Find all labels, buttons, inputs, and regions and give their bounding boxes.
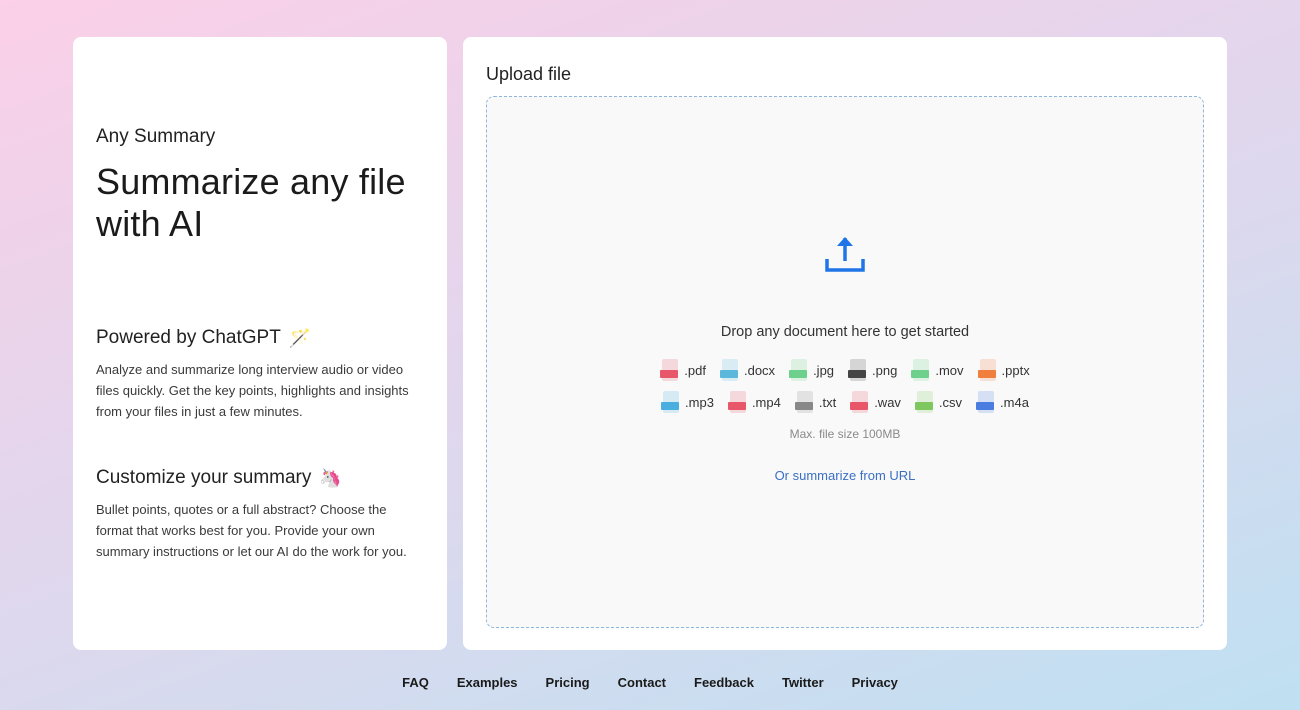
file-type-wav: .wav: [850, 391, 901, 413]
jpg-file-icon: [789, 359, 809, 381]
unicorn-icon: 🦄: [319, 467, 342, 488]
feature-title-text: Powered by ChatGPT: [96, 327, 281, 348]
feature-description-chatgpt: Analyze and summarize long interview aud…: [96, 362, 409, 419]
upload-panel: Upload file Drop any document here to ge…: [463, 37, 1227, 650]
file-type-label: .mp3: [685, 394, 714, 410]
file-type-label: .wav: [874, 394, 901, 410]
summarize-from-url-link[interactable]: Or summarize from URL: [487, 468, 1203, 483]
footer-link-feedback[interactable]: Feedback: [694, 675, 754, 690]
png-file-icon: [848, 359, 868, 381]
feature-title-customize: Customize your summary 🦄: [96, 467, 342, 489]
file-type-label: .pdf: [684, 362, 706, 378]
footer-link-examples[interactable]: Examples: [457, 675, 518, 690]
feature-description-customize: Bullet points, quotes or a full abstract…: [96, 502, 407, 559]
file-type-pdf: .pdf: [660, 359, 706, 381]
csv-file-icon: [914, 391, 935, 413]
txt-file-icon: [794, 391, 815, 413]
file-type-label: .txt: [818, 394, 837, 410]
pptx-file-icon: [977, 359, 998, 381]
intro-panel: Any Summary Summarize any file with AI P…: [73, 37, 447, 650]
file-type-label: .mov: [935, 362, 964, 378]
mp4-file-icon: [727, 391, 748, 413]
file-type-csv: .csv: [914, 391, 963, 413]
footer-link-pricing[interactable]: Pricing: [546, 675, 590, 690]
m4a-file-icon: [976, 391, 996, 413]
max-file-size: Max. file size 100MB: [789, 427, 901, 441]
file-type-label: .docx: [743, 362, 776, 378]
file-dropzone[interactable]: Drop any document here to get started .p…: [486, 96, 1204, 628]
file-type-jpg: .jpg: [789, 359, 834, 381]
file-type-m4a: .m4a: [976, 391, 1029, 413]
wav-file-icon: [850, 391, 870, 413]
pdf-file-icon: [660, 359, 680, 381]
file-type-label: .csv: [938, 394, 963, 410]
upload-icon[interactable]: [824, 234, 866, 274]
brand-name: Any Summary: [96, 126, 216, 147]
file-types-row-2: .mp3 .mp4 .txt .wav .csv .m4a: [487, 391, 1203, 413]
file-type-label: .mp4: [751, 394, 781, 410]
file-type-label: .pptx: [1001, 362, 1030, 378]
drop-instructions: Drop any document here to get started: [720, 324, 970, 340]
file-type-label: .png: [872, 362, 898, 378]
file-type-label: .m4a: [1000, 394, 1029, 410]
file-type-mov: .mov: [911, 359, 964, 381]
file-type-docx: .docx: [719, 359, 776, 381]
mp3-file-icon: [661, 391, 681, 413]
footer-nav: FAQ Examples Pricing Contact Feedback Tw…: [0, 675, 1300, 690]
file-type-mp4: .mp4: [727, 391, 781, 413]
mov-file-icon: [911, 359, 931, 381]
file-type-label: .jpg: [813, 362, 835, 378]
file-type-mp3: .mp3: [661, 391, 714, 413]
upload-title: Upload file: [486, 64, 572, 84]
footer-link-contact[interactable]: Contact: [618, 675, 666, 690]
file-type-png: .png: [848, 359, 897, 381]
feature-title-text: Customize your summary: [96, 467, 312, 488]
footer-link-twitter[interactable]: Twitter: [782, 675, 824, 690]
feature-title-chatgpt: Powered by ChatGPT 🪄: [96, 327, 311, 349]
file-type-pptx: .pptx: [977, 359, 1030, 381]
page-title: Summarize any file with AI: [96, 161, 406, 244]
file-types-row-1: .pdf .docx .jpg .png .mov .pptx: [487, 359, 1203, 381]
file-type-txt: .txt: [794, 391, 837, 413]
magic-wand-icon: 🪄: [288, 327, 312, 348]
footer-link-faq[interactable]: FAQ: [402, 675, 429, 690]
docx-file-icon: [719, 359, 740, 381]
footer-link-privacy[interactable]: Privacy: [852, 675, 898, 690]
